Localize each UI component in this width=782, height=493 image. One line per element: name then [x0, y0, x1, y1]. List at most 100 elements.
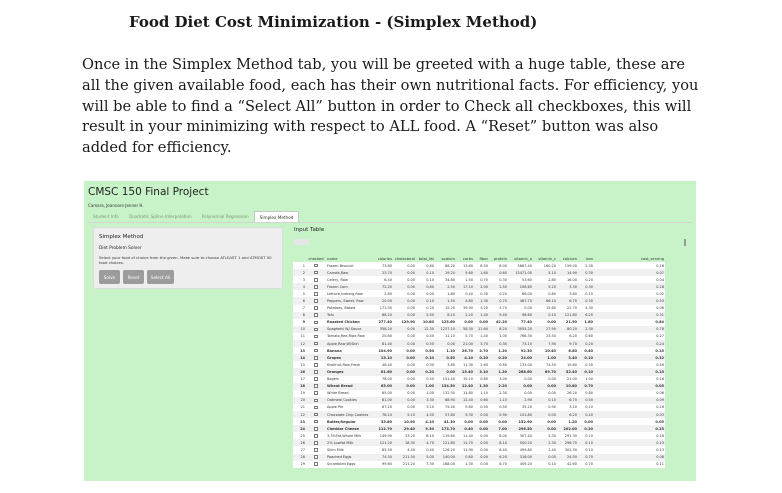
table-row[interactable]: 6 Peppers, Sweet, Raw 20.00 0.00 0.10 1.50 4.8… — [293, 297, 665, 305]
row-checkbox-cell[interactable] — [306, 354, 326, 361]
row-checkbox-cell[interactable] — [306, 326, 326, 333]
checkbox[interactable] — [314, 412, 318, 417]
row-checkbox-cell[interactable] — [306, 390, 326, 397]
table-row[interactable]: 11 Tomato,Red,Ripe,Raw 25.80 0.00 0.40 11.10 5… — [293, 332, 665, 341]
row-checkbox-cell[interactable] — [306, 454, 326, 461]
table-row[interactable]: 14 Grapes 15.10 0.00 0.10 0.50 4.10 0.20 0.20 24.… — [293, 354, 665, 362]
checkbox[interactable] — [314, 299, 318, 303]
checkbox[interactable] — [314, 341, 318, 346]
table-row[interactable]: 25 3.3%Fat,Whole Milk 149.90 33.20 8.10 119.6… — [293, 432, 665, 440]
checkbox[interactable] — [314, 398, 318, 403]
checkbox[interactable] — [314, 448, 318, 452]
table-cell: 0.90 — [548, 405, 556, 410]
row-checkbox-cell[interactable] — [306, 319, 326, 326]
row-checkbox-cell[interactable] — [306, 446, 326, 453]
table-row[interactable]: 2 Carrots,Raw 23.70 0.00 0.10 19.20 5.60 1.60 0.… — [293, 269, 665, 277]
checkbox[interactable] — [314, 405, 318, 410]
checkbox[interactable] — [314, 263, 318, 268]
table-row[interactable]: 15 Kiwifruit,Raw,Fresh 46.40 0.00 0.30 3.80 11… — [293, 361, 665, 369]
row-checkbox-cell[interactable] — [306, 432, 326, 439]
table-row[interactable]: 13 Banana 104.90 0.00 0.50 1.10 26.70 2.70 1.20 9… — [293, 347, 665, 355]
row-checkbox-cell[interactable] — [306, 283, 326, 290]
row-checkbox-cell[interactable] — [306, 305, 326, 312]
checkbox[interactable] — [314, 426, 318, 431]
checkbox[interactable] — [314, 334, 318, 339]
table-cell: 0.00 — [480, 462, 488, 467]
row-checkbox-cell[interactable] — [306, 262, 326, 269]
table-cell: 1.20 — [568, 419, 577, 424]
row-checkbox-cell[interactable] — [306, 361, 326, 368]
row-checkbox-cell[interactable] — [306, 461, 326, 468]
table-row[interactable]: 12 Apple,Raw,W/Skin 81.40 0.00 0.50 0.00 21.00… — [293, 340, 665, 348]
table-row[interactable]: 4 Frozen Corn 72.20 0.00 0.60 2.50 17.10 2.00 2.… — [293, 283, 665, 291]
table-row[interactable]: 23 Butter,Regular 35.80 10.90 4.10 41.30 0.00 0… — [293, 418, 665, 426]
row-checkbox-cell[interactable] — [306, 333, 326, 340]
checkbox[interactable] — [314, 384, 318, 388]
row-checkbox-cell[interactable] — [306, 269, 326, 276]
checkbox[interactable] — [314, 327, 318, 332]
checkbox[interactable] — [314, 348, 318, 353]
table-cell: 4.40 — [407, 447, 415, 452]
checkbox[interactable] — [314, 292, 318, 296]
checkbox[interactable] — [314, 270, 318, 275]
row-checkbox-cell[interactable] — [306, 404, 326, 411]
checkbox[interactable] — [314, 355, 318, 360]
table-row[interactable]: 29 Scrambled Eggs 99.60 211.20 7.30 168.00 1.3… — [293, 460, 665, 468]
table-cell: 106.60 — [519, 284, 532, 289]
table-length-control[interactable] — [294, 239, 309, 245]
table-row[interactable]: 18 Wheat Bread 65.00 0.00 1.00 134.50 12.40 1.3… — [293, 382, 665, 390]
row-checkbox-cell[interactable] — [306, 276, 326, 283]
row-checkbox-cell[interactable] — [306, 312, 326, 319]
table-row[interactable]: 24 Cheddar Cheese 112.70 29.40 9.30 173.70 0.4… — [293, 425, 665, 433]
row-checkbox-cell[interactable] — [306, 397, 326, 404]
table-cell: 21 — [300, 405, 305, 410]
checkbox[interactable] — [314, 419, 318, 424]
table-row[interactable]: 28 Poached Eggs 74.50 211.50 5.00 140.00 0.60 0… — [293, 453, 665, 461]
table-row[interactable]: 27 Skim Milk 85.50 4.40 0.40 126.20 11.90 0.00 8… — [293, 446, 665, 454]
table-row[interactable]: 10 Spaghetti W/ Sauce 358.20 0.00 12.30 1237.… — [293, 325, 665, 333]
scroll-indicator[interactable] — [684, 239, 686, 246]
table-row[interactable]: 20 Oatmeal Cookies 81.00 0.00 3.30 68.90 12.40… — [293, 396, 665, 404]
table-row[interactable]: 1 Frozen Broccoli 73.80 0.00 0.80 68.20 13.60 8… — [293, 262, 665, 270]
checkbox[interactable] — [314, 313, 318, 317]
row-checkbox-cell[interactable] — [306, 376, 326, 383]
solve-button[interactable]: Solve — [99, 270, 120, 284]
row-checkbox-cell[interactable] — [306, 290, 326, 297]
checkbox[interactable] — [314, 391, 318, 396]
row-checkbox-cell[interactable] — [306, 368, 326, 375]
table-row[interactable]: 9 Roasted Chicken 277.40 129.90 10.80 125.60 0… — [293, 318, 665, 326]
checkbox[interactable] — [314, 320, 318, 325]
checkbox[interactable] — [314, 370, 318, 374]
row-checkbox-cell[interactable] — [306, 297, 326, 304]
row-checkbox-cell[interactable] — [306, 425, 326, 432]
table-row[interactable]: 16 Oranges 61.60 0.00 0.20 0.00 15.40 3.10 1.20 2… — [293, 368, 665, 376]
row-checkbox-cell[interactable] — [306, 340, 326, 347]
row-checkbox-cell[interactable] — [306, 347, 326, 354]
table-cell: 57.80 — [444, 412, 455, 417]
reset-button[interactable]: Reset — [123, 270, 144, 284]
table-row[interactable]: 22 Chocolate Chip Cookies 78.10 5.10 4.50 57.… — [293, 410, 665, 419]
table-row[interactable]: 5 Lettuce,Iceberg,Raw 2.60 0.00 0.00 1.80 0.40… — [293, 290, 665, 298]
checkbox[interactable] — [314, 306, 318, 310]
row-checkbox-cell[interactable] — [306, 418, 326, 425]
checkbox[interactable] — [314, 377, 318, 381]
row-checkbox-cell[interactable] — [306, 383, 326, 390]
table-row[interactable]: 17 Bagels 78.00 0.00 0.50 151.40 15.10 0.60 3.00… — [293, 375, 665, 383]
checkbox[interactable] — [314, 434, 318, 438]
checkbox[interactable] — [314, 363, 318, 367]
table-row[interactable]: 3 Celery, Raw 6.40 0.00 0.10 34.80 1.50 0.70 0.3… — [293, 276, 665, 284]
table-row[interactable]: 7 Potatoes, Baked 171.50 0.00 0.20 15.20 39.90… — [293, 304, 665, 312]
table-cell: 65.00 — [380, 384, 392, 389]
row-checkbox-cell[interactable] — [306, 439, 326, 446]
checkbox[interactable] — [314, 285, 318, 289]
checkbox[interactable] — [314, 455, 318, 459]
table-row[interactable]: 21 Apple Pie 67.20 0.00 3.10 75.40 9.60 0.50 0.5… — [293, 403, 665, 411]
row-checkbox-cell[interactable] — [306, 411, 326, 418]
checkbox[interactable] — [314, 277, 318, 282]
table-row[interactable]: 19 White Bread 65.00 0.00 1.00 132.50 11.80 1.1… — [293, 389, 665, 397]
checkbox[interactable] — [314, 441, 318, 445]
checkbox[interactable] — [314, 462, 318, 466]
table-row[interactable]: 26 2% Lowfat Milk 121.20 18.30 4.70 121.80 11.… — [293, 439, 665, 447]
select-all-button[interactable]: Select All — [147, 270, 174, 284]
table-row[interactable]: 8 Tofu 88.20 0.00 5.50 8.10 2.20 1.40 9.40 98.60 0… — [293, 311, 665, 319]
